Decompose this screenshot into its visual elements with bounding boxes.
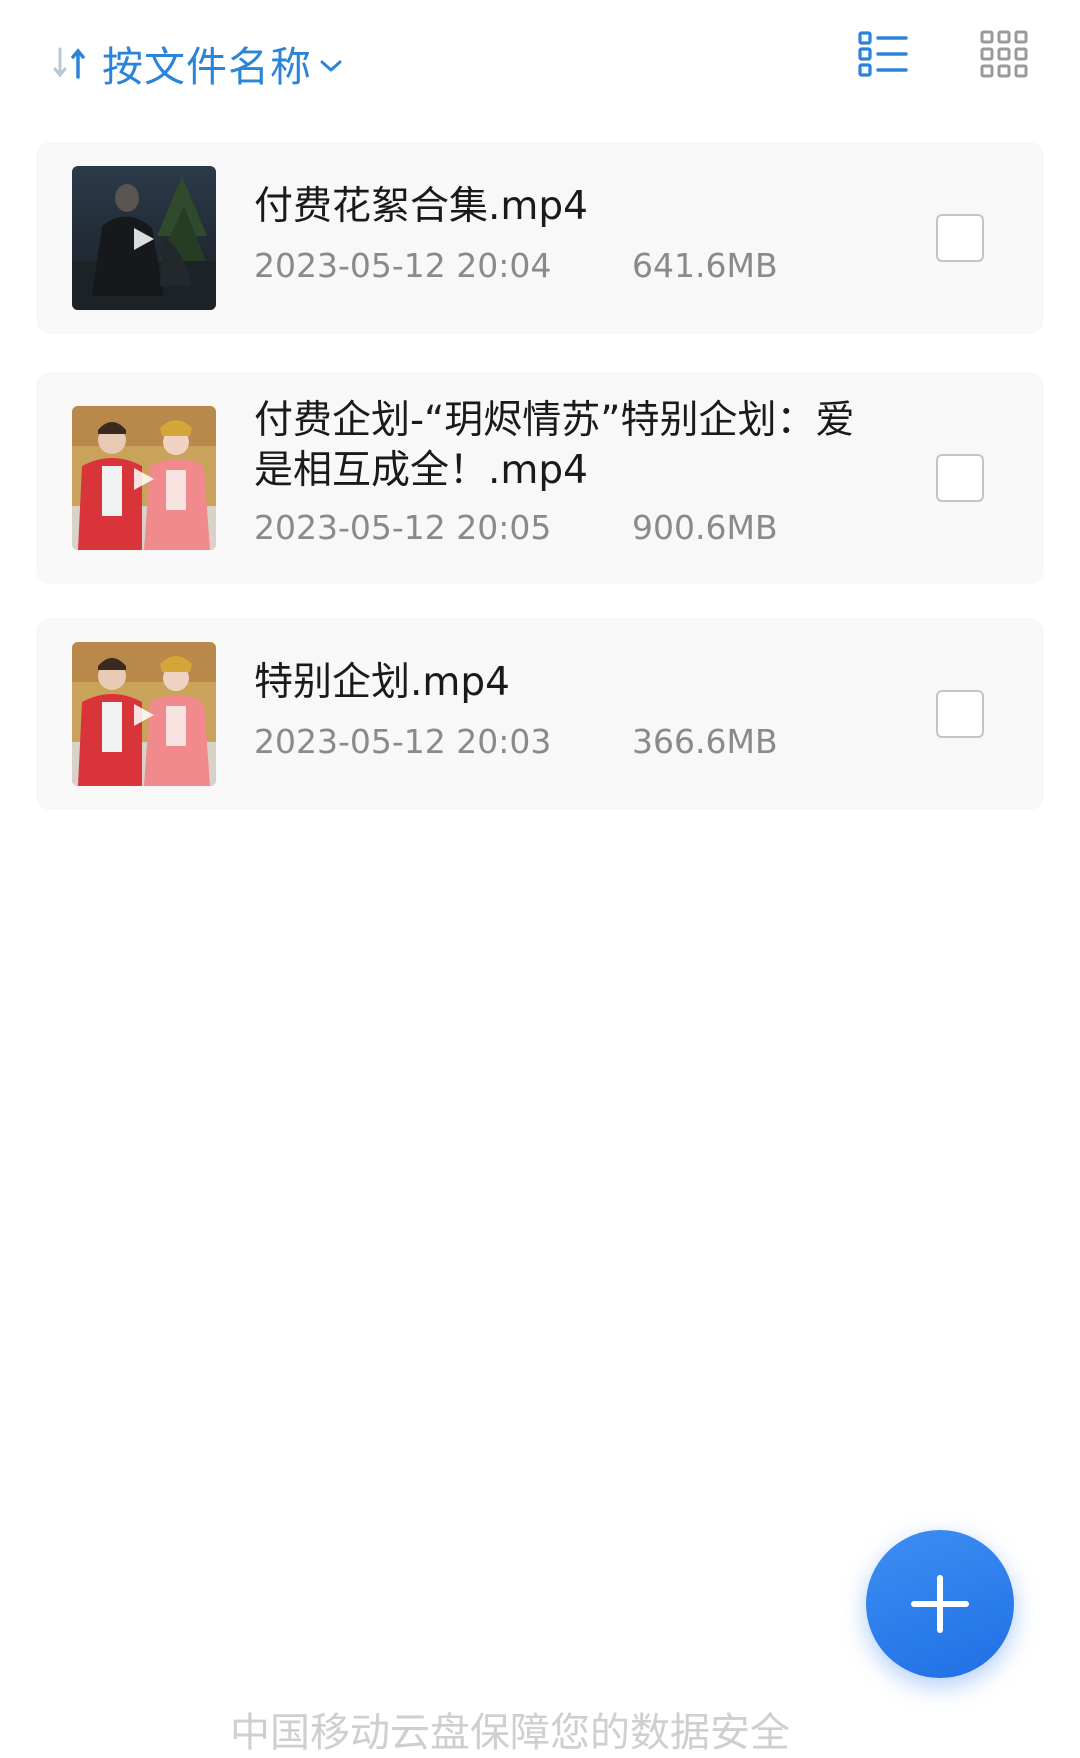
file-list-item[interactable]: 特别企划.mp4 2023-05-12 20:03 366.6MB <box>36 618 1044 810</box>
grid-view-button[interactable] <box>980 30 1028 78</box>
grid-view-icon <box>980 30 1028 78</box>
select-checkbox[interactable] <box>936 690 984 738</box>
footer-security-note: 中国移动云盘保障您的数据安全 <box>230 1710 790 1756</box>
file-name: 付费花絮合集.mp4 <box>254 184 588 229</box>
play-icon <box>134 704 154 726</box>
plus-icon <box>911 1575 969 1633</box>
list-view-button[interactable] <box>858 30 908 78</box>
file-name: 特别企划.mp4 <box>254 660 510 705</box>
list-view-icon <box>858 31 908 77</box>
file-list-item[interactable]: 付费花絮合集.mp4 2023-05-12 20:04 641.6MB <box>36 142 1044 334</box>
play-icon <box>134 468 154 490</box>
sort-label: 按文件名称 <box>102 43 312 91</box>
file-name: 付费企划-“玥烬情苏”特别企划：爱是相互成全！.mp4 <box>254 398 855 493</box>
play-icon <box>134 228 154 250</box>
file-date: 2023-05-12 20:04 <box>254 246 552 285</box>
toolbar: 按文件名称 <box>0 0 1080 130</box>
chevron-down-icon <box>320 60 342 72</box>
select-checkbox[interactable] <box>936 214 984 262</box>
video-thumbnail <box>72 166 216 310</box>
sort-dropdown[interactable]: 按文件名称 <box>52 30 342 96</box>
sort-arrows-icon <box>53 47 85 79</box>
select-checkbox[interactable] <box>936 454 984 502</box>
file-size: 641.6MB <box>632 246 778 285</box>
video-thumbnail <box>72 406 216 550</box>
file-size: 366.6MB <box>632 722 778 761</box>
add-button[interactable] <box>866 1530 1014 1678</box>
file-size: 900.6MB <box>632 508 778 547</box>
video-thumbnail <box>72 642 216 786</box>
file-date: 2023-05-12 20:03 <box>254 722 552 761</box>
file-date: 2023-05-12 20:05 <box>254 508 552 547</box>
file-list-item[interactable]: 付费企划-“玥烬情苏”特别企划：爱是相互成全！.mp4 2023-05-12 2… <box>36 372 1044 584</box>
